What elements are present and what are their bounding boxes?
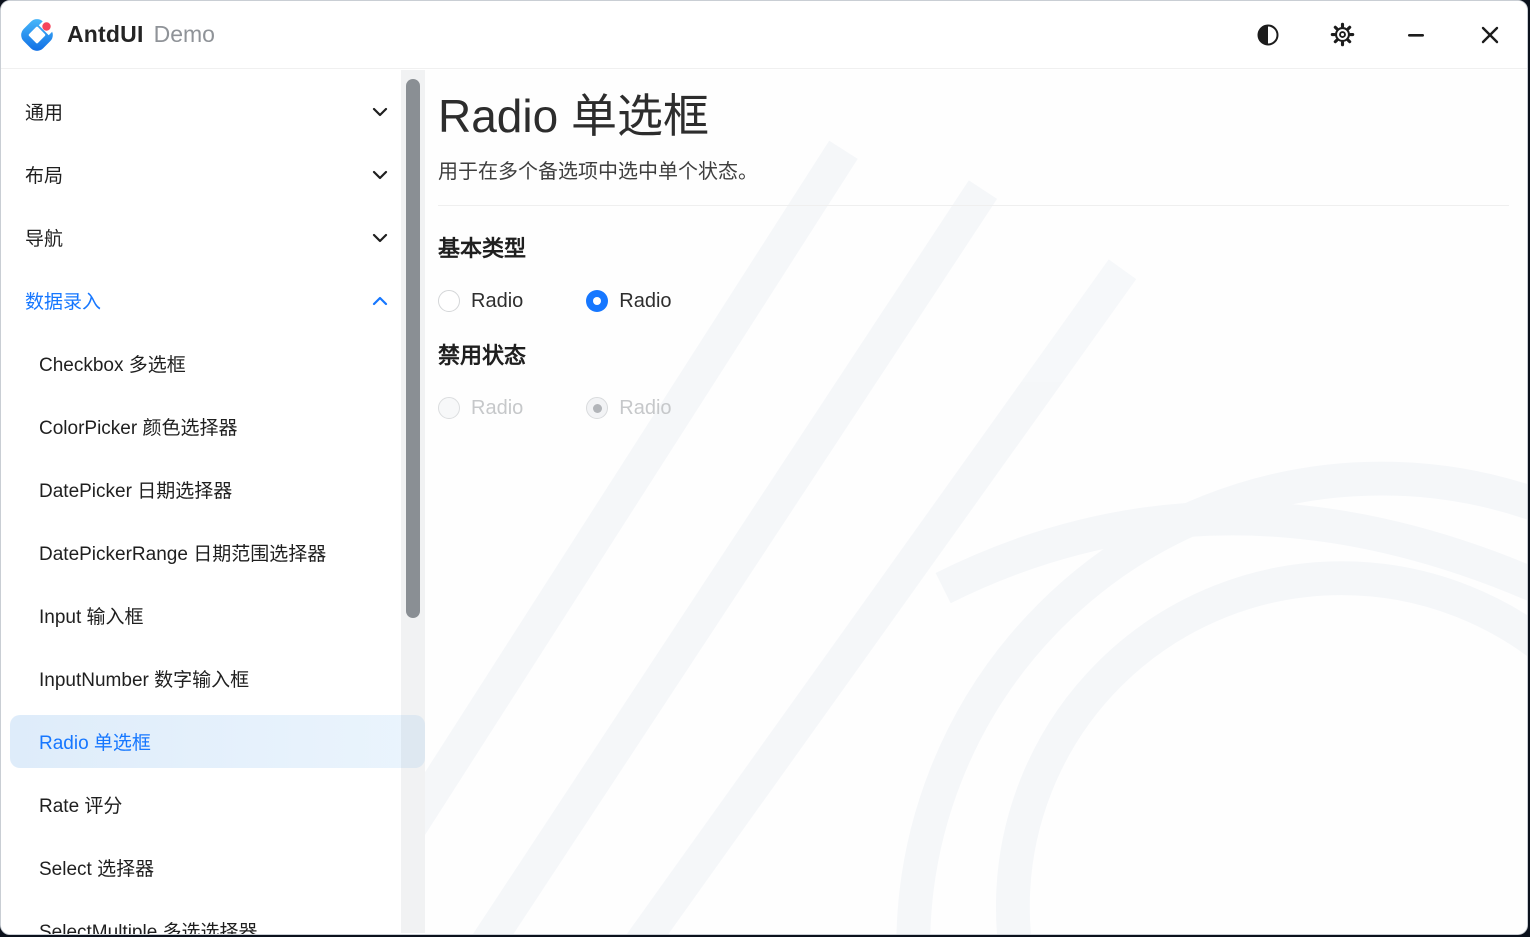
page-title: Radio 单选框 <box>438 88 1509 146</box>
chevron-down-icon <box>369 227 391 249</box>
sidebar-category-label: 数据录入 <box>25 287 101 314</box>
sidebar-item-checkbox[interactable]: Checkbox 多选框 <box>1 332 425 395</box>
sidebar-category-layout[interactable]: 布局 <box>1 143 425 206</box>
close-icon <box>1479 24 1501 46</box>
divider <box>438 205 1509 206</box>
sidebar-item-label: Input 输入框 <box>39 602 144 629</box>
sidebar-category-navigation[interactable]: 导航 <box>1 206 425 269</box>
app-title-suffix: Demo <box>154 21 215 48</box>
sidebar-nav: 通用 布局 导航 数据录入 Checkbox 多选框 <box>1 70 425 934</box>
sidebar-item-datepicker[interactable]: DatePicker 日期选择器 <box>1 458 425 521</box>
sidebar-item-label: DatePicker 日期选择器 <box>39 476 232 503</box>
radio-option-unchecked[interactable]: Radio <box>438 290 523 313</box>
sidebar-item-inputnumber[interactable]: InputNumber 数字输入框 <box>1 647 425 710</box>
sidebar-scrollbar-track[interactable] <box>401 70 425 933</box>
minimize-icon <box>1405 24 1427 46</box>
theme-toggle-button[interactable] <box>1245 12 1291 58</box>
sidebar-item-label: Radio 单选框 <box>39 728 151 755</box>
radio-option-disabled-unchecked: Radio <box>438 397 523 420</box>
radio-row-basic: Radio Radio <box>438 290 1509 313</box>
radio-row-disabled: Radio Radio <box>438 397 1509 420</box>
chevron-up-icon <box>369 290 391 312</box>
sidebar-item-input[interactable]: Input 输入框 <box>1 584 425 647</box>
sidebar-item-label: DatePickerRange 日期范围选择器 <box>39 539 326 566</box>
radio-button-icon[interactable] <box>438 290 460 312</box>
sidebar-item-label: InputNumber 数字输入框 <box>39 665 249 692</box>
radio-option-checked[interactable]: Radio <box>586 290 671 313</box>
sidebar-item-label: Checkbox 多选框 <box>39 350 186 377</box>
half-moon-contrast-icon <box>1256 23 1280 47</box>
sidebar-category-label: 通用 <box>25 98 63 125</box>
sidebar-category-general[interactable]: 通用 <box>1 80 425 143</box>
section-heading-basic: 基本类型 <box>438 231 1509 263</box>
radio-button-disabled-icon <box>438 397 460 419</box>
sidebar-item-label: Select 选择器 <box>39 854 154 881</box>
settings-button[interactable] <box>1319 12 1365 58</box>
sidebar-scrollbar-thumb[interactable] <box>406 79 420 618</box>
chevron-down-icon <box>369 101 391 123</box>
app-window: AntdUI Demo <box>0 0 1528 935</box>
gear-icon <box>1330 22 1355 47</box>
sidebar-category-label: 导航 <box>25 224 63 251</box>
main-content: Radio 单选框 用于在多个备选项中选中单个状态。 基本类型 Radio Ra… <box>425 70 1527 934</box>
page-description: 用于在多个备选项中选中单个状态。 <box>438 155 1509 184</box>
sidebar-category-data-entry[interactable]: 数据录入 <box>1 269 425 332</box>
radio-button-checked-icon[interactable] <box>586 290 608 312</box>
radio-button-disabled-checked-icon <box>586 397 608 419</box>
sidebar-item-label: SelectMultiple 多选选择器 <box>39 917 258 935</box>
section-heading-disabled: 禁用状态 <box>438 338 1509 370</box>
chevron-down-icon <box>369 164 391 186</box>
sidebar-item-select[interactable]: Select 选择器 <box>1 836 425 899</box>
antdui-logo-icon <box>19 17 55 53</box>
sidebar-item-colorpicker[interactable]: ColorPicker 颜色选择器 <box>1 395 425 458</box>
sidebar-item-radio[interactable]: Radio 单选框 <box>1 710 425 773</box>
sidebar-item-rate[interactable]: Rate 评分 <box>1 773 425 836</box>
radio-label: Radio <box>471 397 523 420</box>
radio-label: Radio <box>619 397 671 420</box>
sidebar-item-selectmultiple[interactable]: SelectMultiple 多选选择器 <box>1 899 425 935</box>
radio-label: Radio <box>619 290 671 313</box>
sidebar-item-datepickerrange[interactable]: DatePickerRange 日期范围选择器 <box>1 521 425 584</box>
titlebar: AntdUI Demo <box>1 1 1527 69</box>
radio-option-disabled-checked: Radio <box>586 397 671 420</box>
sidebar-item-label: Rate 评分 <box>39 791 122 818</box>
sidebar-item-label: ColorPicker 颜色选择器 <box>39 413 237 440</box>
minimize-button[interactable] <box>1393 12 1439 58</box>
radio-label: Radio <box>471 290 523 313</box>
app-title: AntdUI <box>67 21 144 48</box>
close-button[interactable] <box>1467 12 1513 58</box>
sidebar-category-label: 布局 <box>25 161 63 188</box>
